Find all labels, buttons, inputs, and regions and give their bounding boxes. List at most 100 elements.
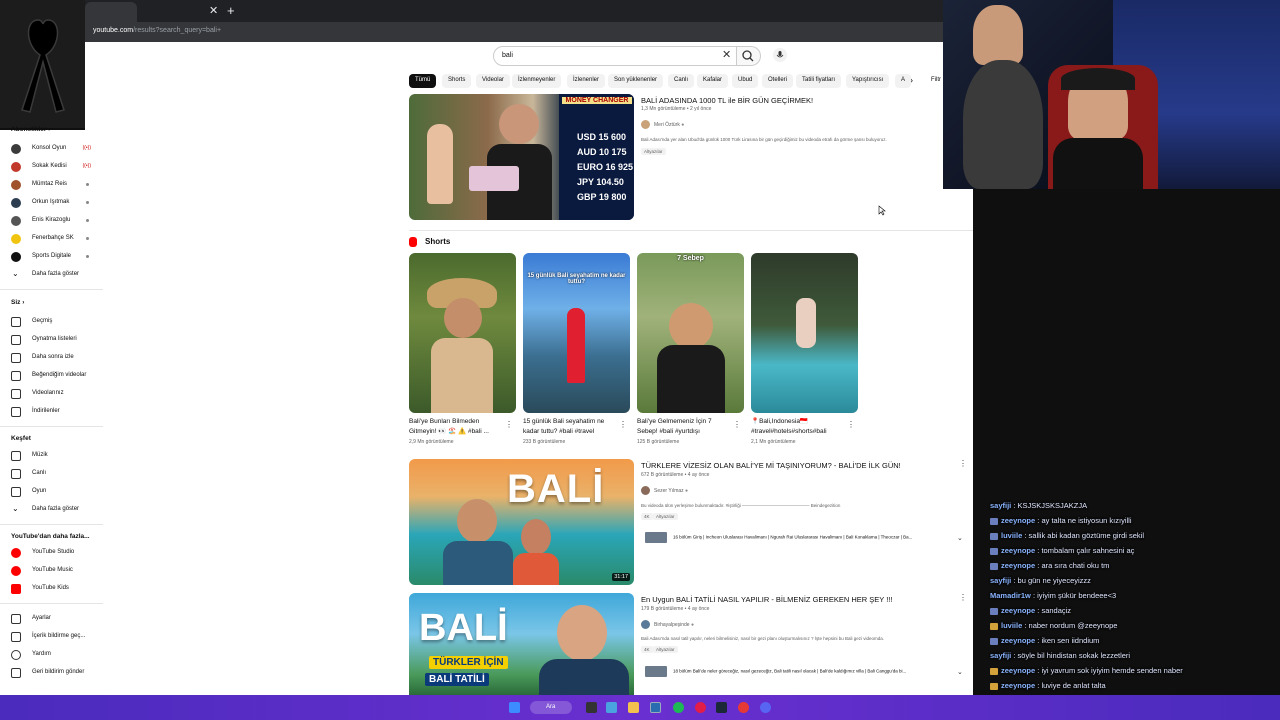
spotify-icon[interactable] — [673, 702, 684, 713]
obs-icon[interactable] — [738, 702, 749, 713]
filters-button[interactable]: Filtr — [931, 77, 941, 83]
sidebar-item-konsol-oyun[interactable]: Konsol Oyun ((•)) — [11, 143, 101, 157]
chip-6[interactable]: Canlı — [668, 74, 695, 88]
chip-12[interactable]: A — [895, 74, 912, 88]
sidebar-show-more-explore[interactable]: ⌄ Daha fazla göster — [11, 504, 101, 518]
sidebar-item-mumtaz-reis[interactable]: Mümtaz Reis — [11, 179, 101, 193]
sidebar-item-yt-studio[interactable]: YouTube Studio — [11, 547, 101, 561]
sidebar-item-downloads[interactable]: İndirilenler — [11, 406, 101, 420]
browser-tab[interactable] — [85, 2, 137, 22]
more-options-icon[interactable]: ⋮ — [847, 420, 855, 429]
video-thumbnail[interactable]: MONEY CHANGER USD 15 600 AUD 10 175 EURO 1… — [409, 94, 634, 220]
close-tab-icon[interactable]: ✕ — [209, 4, 218, 17]
chapters-row[interactable]: 16 bölüm Giriş | Incheon Uluslarası Hava… — [645, 532, 912, 543]
subscriptions-header[interactable]: Abonelikler › — [11, 126, 50, 133]
chip-0[interactable]: Tümü — [409, 74, 437, 88]
windows-start-icon[interactable] — [509, 702, 520, 713]
gamepad-icon — [11, 487, 21, 497]
search-button[interactable] — [737, 46, 761, 66]
sidebar-item-gaming[interactable]: Oyun — [11, 486, 101, 500]
short-thumbnail[interactable]: 7 Sebep — [637, 253, 744, 413]
headphones — [1061, 68, 1135, 90]
chat-text: söyle bil hindistan sokak lezzetleri — [1017, 651, 1131, 660]
url-path: /results?search_query=bali+ — [133, 27, 222, 34]
chip-2[interactable]: Videolar — [476, 74, 510, 88]
chip-3[interactable]: İzlenmeyenler — [512, 74, 562, 88]
person-face — [557, 605, 607, 661]
file-explorer-icon[interactable] — [628, 702, 639, 713]
chip-5[interactable]: Son yüklenenler — [608, 74, 664, 88]
sidebar-item-settings[interactable]: Ayarlar — [11, 613, 101, 627]
verified-icon: ● — [690, 621, 695, 628]
sidebar-item-sokak-kedisi[interactable]: Sokak Kedisi ((•)) — [11, 161, 101, 175]
chevron-down-icon[interactable]: ⌄ — [957, 534, 963, 542]
short-title[interactable]: 📍Bali,Indonesia🇮🇩 #travel#hotels#shorts#… — [751, 417, 843, 437]
more-options-icon[interactable]: ⋮ — [619, 420, 627, 429]
4k-badge: 4K — [641, 646, 653, 653]
sidebar-item-enis-kirazoglu[interactable]: Enis Kirazoglu — [11, 215, 101, 229]
sidebar-item-music[interactable]: Müzik — [11, 450, 101, 464]
sidebar-item-report-history[interactable]: İçerik bildirme geç... — [11, 631, 101, 645]
video-thumbnail[interactable]: BALİ 31:17 — [409, 459, 634, 585]
steam-icon[interactable] — [716, 702, 727, 713]
sidebar-item-fenerbahce[interactable]: Fenerbahçe SK — [11, 233, 101, 247]
thumb-text: BALİ — [507, 467, 605, 511]
chat-message: zeeynope : iken sen iidndium — [990, 636, 1099, 645]
more-options-icon[interactable]: ⋮ — [505, 420, 513, 429]
sidebar-item-live[interactable]: Canlı — [11, 468, 101, 482]
voice-search-button[interactable] — [773, 48, 787, 62]
clear-search-icon[interactable]: ✕ — [722, 48, 731, 61]
opera-icon[interactable] — [695, 702, 706, 713]
more-options-icon[interactable]: ⋮ — [733, 420, 741, 429]
sidebar-item-playlists[interactable]: Oynatma listeleri — [11, 334, 101, 348]
video-thumbnail[interactable]: BALİ TÜRKLER İÇİN BALİ TATİLİ — [409, 593, 634, 695]
address-bar[interactable]: youtube.com/results?search_query=bali+ — [85, 22, 943, 42]
chapters-row[interactable]: 18 bölüm Bali'de neler göreceğiz, nasıl … — [645, 666, 906, 677]
chip-7[interactable]: Kafalar — [697, 74, 729, 88]
chip-1[interactable]: Shorts — [442, 74, 472, 88]
discord-icon[interactable] — [760, 702, 771, 713]
video-title[interactable]: BALİ ADASINDA 1000 TL ile BİR GÜN GEÇİRM… — [641, 96, 813, 105]
new-content-dot — [86, 201, 89, 204]
channel-link[interactable]: Birhayalpeşinde ● — [641, 620, 694, 629]
you-header[interactable]: Siz › — [11, 299, 24, 306]
channel-link[interactable]: Meri Öztürk ● — [641, 120, 684, 129]
video-title[interactable]: TÜRKLERE VİZESİZ OLAN BALİ'YE Mİ TAŞINIY… — [641, 461, 901, 470]
task-view-icon[interactable] — [586, 702, 597, 713]
short-thumbnail[interactable]: 15 günlük Bali seyahatim ne kadar tuttu? — [523, 253, 630, 413]
chat-message: zeeynope : luviye de anlat talta — [990, 681, 1106, 690]
sidebar-item-history[interactable]: Geçmiş — [11, 316, 101, 330]
short-title[interactable]: 15 günlük Bali seyahatim ne kadar tuttu?… — [523, 417, 615, 437]
short-title[interactable]: Bali'ye Gelmemeniz İçin 7 Sebep! #bali #… — [637, 417, 729, 437]
sidebar-item-yt-kids[interactable]: YouTube Kids — [11, 583, 101, 597]
taskbar-search[interactable]: Ara — [530, 701, 572, 714]
widgets-icon[interactable] — [606, 702, 617, 713]
chevron-down-icon[interactable]: ⌄ — [957, 668, 963, 676]
short-title[interactable]: Bali'ye Bunları Bilmeden Gitmeyin! 👀 🏖️ … — [409, 417, 501, 437]
short-thumbnail[interactable] — [751, 253, 858, 413]
browser-icon[interactable] — [650, 702, 661, 713]
chip-11[interactable]: Yapıştırıcısı — [846, 74, 890, 88]
sidebar-item-orkun-isitmak[interactable]: Orkun Işıtmak — [11, 197, 101, 211]
chip-4[interactable]: İzlenenler — [567, 74, 606, 88]
sidebar-item-yt-music[interactable]: YouTube Music — [11, 565, 101, 579]
chip-8[interactable]: Ubud — [732, 74, 759, 88]
more-options-icon[interactable]: ⋮ — [959, 459, 967, 468]
short-thumbnail[interactable] — [409, 253, 516, 413]
video-title[interactable]: En Uygun BALİ TATİLİ NASIL YAPILIR - BİL… — [641, 595, 892, 604]
sidebar-item-watch-later[interactable]: Daha sonra izle — [11, 352, 101, 366]
sidebar-item-help[interactable]: Yardım — [11, 649, 101, 663]
sidebar-item-sports-digitale[interactable]: Sports Digitale — [11, 251, 101, 265]
more-options-icon[interactable]: ⋮ — [959, 593, 967, 602]
chat-text: ara sıra chati oku tm — [1041, 561, 1110, 570]
chip-9[interactable]: Otelleri — [762, 74, 794, 88]
sidebar-item-liked[interactable]: Beğendiğim videolar — [11, 370, 101, 384]
channel-link[interactable]: Sezer Yılmaz ● — [641, 486, 688, 495]
sidebar-show-more-subs[interactable]: ⌄ Daha fazla göster — [11, 269, 101, 283]
sidebar-item-your-videos[interactable]: Videolarınız — [11, 388, 101, 402]
chip-10[interactable]: Tatili fiyatları — [796, 74, 842, 88]
sidebar-item-feedback[interactable]: Geri bildirim gönder — [11, 667, 101, 681]
new-tab-icon[interactable]: + — [227, 3, 235, 18]
shorts-header: Shorts — [425, 237, 451, 246]
search-input[interactable]: bali — [493, 46, 737, 66]
